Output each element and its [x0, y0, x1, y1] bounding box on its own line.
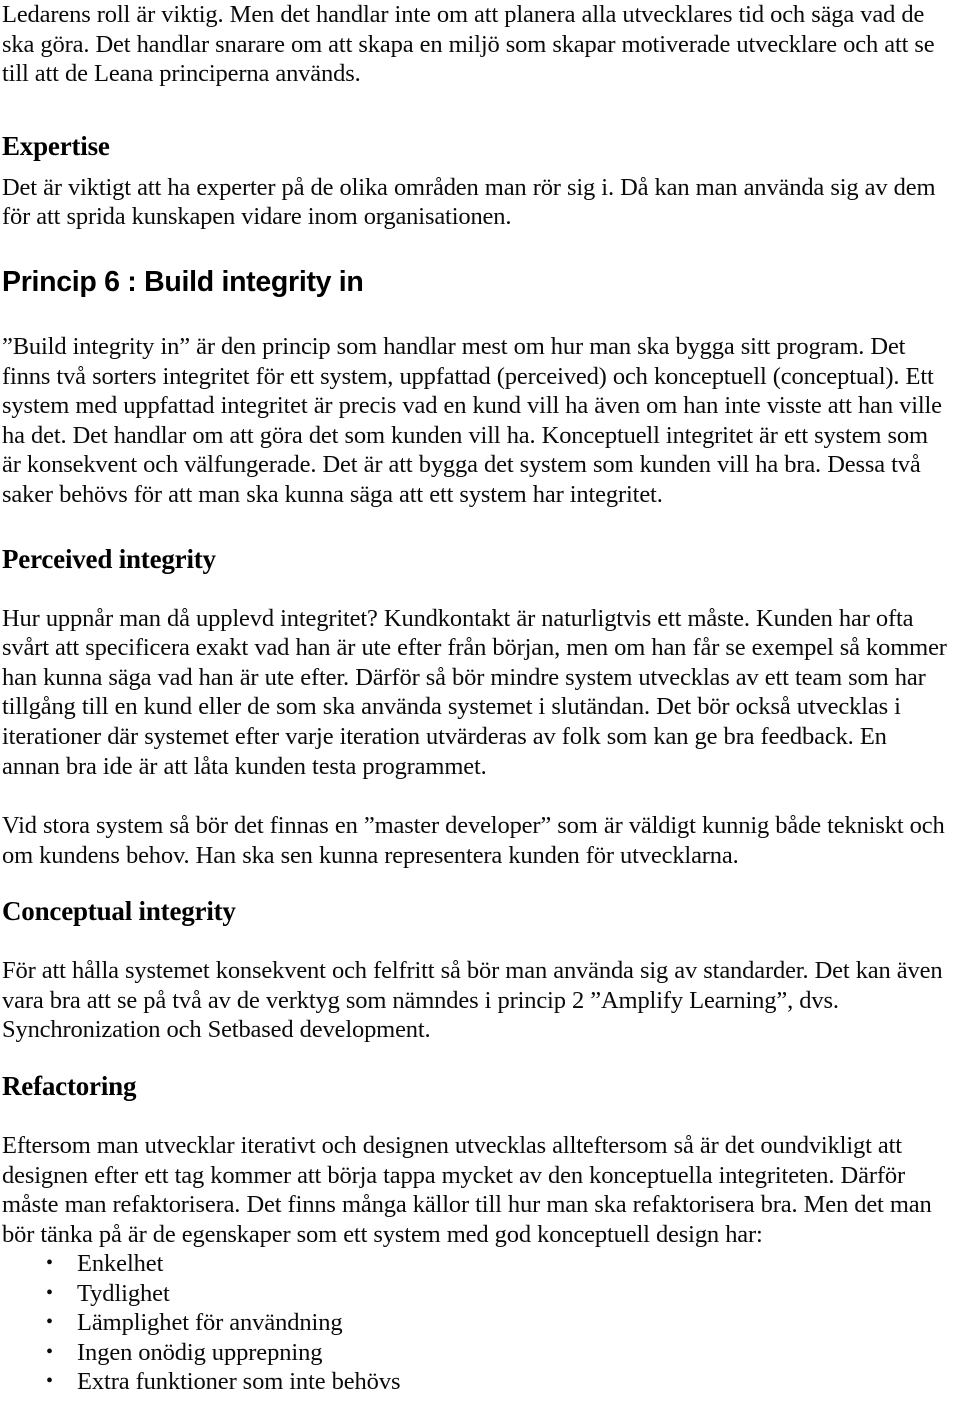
- heading-conceptual-integrity: Conceptual integrity: [2, 896, 236, 927]
- paragraph-perceived-integrity-1: Hur uppnår man då upplevd integritet? Ku…: [2, 604, 947, 780]
- heading-refactoring: Refactoring: [2, 1071, 137, 1102]
- document-page: Ledarens roll är viktig. Men det handlar…: [0, 0, 960, 1403]
- bullet-icon: •: [46, 1370, 53, 1393]
- list-item: • Tydlighet: [2, 1279, 948, 1308]
- heading-perceived-integrity: Perceived integrity: [2, 543, 216, 574]
- paragraph-perceived-integrity-2: Vid stora system så bör det finnas en ”m…: [2, 812, 945, 869]
- bullet-icon: •: [46, 1281, 53, 1304]
- heading-princip-6: Princip 6 : Build integrity in: [2, 265, 364, 298]
- bullet-icon: •: [46, 1340, 53, 1363]
- paragraph-conceptual-integrity: För att hålla systemet konsekvent och fe…: [2, 957, 943, 1044]
- list-item-label: Lämplighet för användning: [77, 1309, 343, 1337]
- list-item: • Lämplighet för användning: [2, 1308, 948, 1337]
- paragraph-expertise: Det är viktigt att ha experter på de oli…: [2, 173, 936, 231]
- refactoring-bullet-list: • Enkelhet • Tydlighet • Lämplighet för …: [2, 1249, 948, 1396]
- list-item: • Enkelhet: [2, 1249, 948, 1278]
- list-item-label: Extra funktioner som inte behövs: [77, 1368, 401, 1396]
- bullet-icon: •: [46, 1252, 53, 1275]
- list-item-label: Ingen onödig upprepning: [77, 1338, 323, 1366]
- bullet-icon: •: [46, 1311, 53, 1334]
- paragraph-refactoring: Eftersom man utvecklar iterativt och des…: [2, 1132, 932, 1248]
- paragraph-princip-6: ”Build integrity in” är den princip som …: [2, 332, 942, 508]
- list-item: • Ingen onödig upprepning: [2, 1338, 948, 1367]
- list-item-label: Tydlighet: [77, 1279, 170, 1307]
- heading-expertise: Expertise: [2, 130, 110, 161]
- list-item: • Extra funktioner som inte behövs: [2, 1367, 948, 1396]
- intro-paragraph: Ledarens roll är viktig. Men det handlar…: [2, 1, 935, 88]
- list-item-label: Enkelhet: [77, 1250, 164, 1278]
